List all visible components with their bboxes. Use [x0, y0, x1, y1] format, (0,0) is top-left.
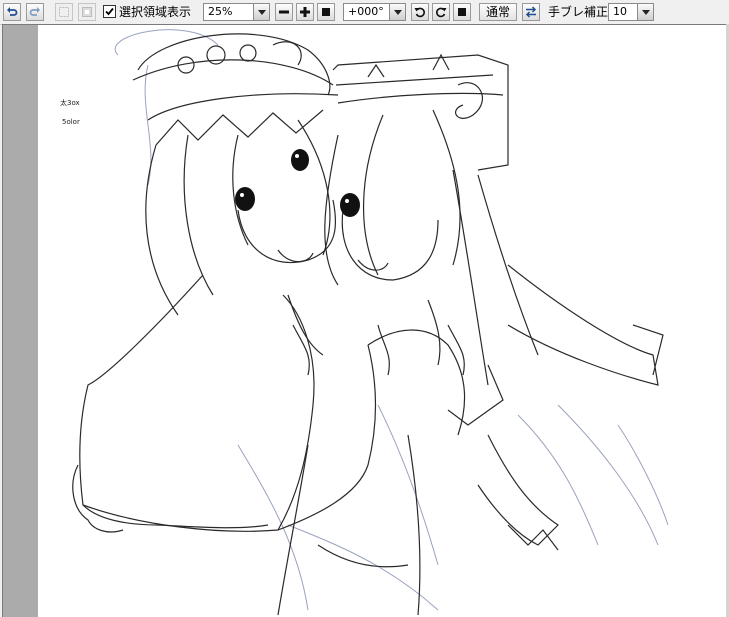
lineart-illustration[interactable]: 太3ox 5olor	[38, 25, 726, 617]
redo-button[interactable]	[26, 3, 44, 21]
toolbar: 選択領域表示 25% +000° 通常 手ブレ補正 10	[0, 0, 729, 25]
show-selection-label: 選択領域表示	[119, 5, 192, 19]
sketch-note-line1: 太3ox	[60, 98, 80, 107]
square-icon	[458, 8, 466, 16]
chevron-down-icon	[637, 4, 653, 20]
invert-selection-button[interactable]	[78, 3, 96, 21]
undo-icon	[7, 7, 18, 16]
rotation-value: +000°	[348, 5, 384, 18]
stabilizer-select[interactable]: 10	[608, 3, 654, 21]
rotate-right-button[interactable]	[432, 3, 450, 21]
show-selection-checkbox[interactable]	[103, 5, 116, 18]
rotation-select[interactable]: +000°	[343, 3, 406, 21]
canvas-margin	[3, 25, 38, 617]
minus-icon	[279, 10, 289, 14]
sketch-note-line2: 5olor	[62, 118, 80, 126]
flip-horizontal-icon	[525, 6, 537, 18]
rotation-reset-button[interactable]	[453, 3, 471, 21]
canvas-area[interactable]: 太3ox 5olor	[2, 24, 726, 617]
undo-button[interactable]	[3, 3, 21, 21]
rotate-right-icon	[436, 7, 447, 18]
zoom-out-button[interactable]	[275, 3, 293, 21]
invert-selection-icon	[82, 7, 92, 17]
stabilizer-value: 10	[613, 5, 627, 18]
redo-icon	[29, 7, 40, 16]
rotate-left-button[interactable]	[411, 3, 429, 21]
chevron-down-icon	[253, 4, 269, 20]
zoom-select[interactable]: 25%	[203, 3, 270, 21]
blend-mode-button[interactable]: 通常	[479, 3, 517, 21]
zoom-reset-button[interactable]	[317, 3, 335, 21]
zoom-in-button[interactable]	[296, 3, 314, 21]
deselect-icon	[59, 7, 69, 17]
chevron-down-icon	[389, 4, 405, 20]
checkmark-icon	[105, 7, 114, 16]
zoom-value: 25%	[208, 5, 233, 18]
square-icon	[322, 8, 330, 16]
plus-icon	[300, 7, 310, 17]
deselect-button[interactable]	[55, 3, 73, 21]
flip-horizontal-button[interactable]	[522, 3, 540, 21]
stabilizer-label: 手ブレ補正	[548, 5, 609, 19]
rotate-left-icon	[414, 7, 425, 18]
